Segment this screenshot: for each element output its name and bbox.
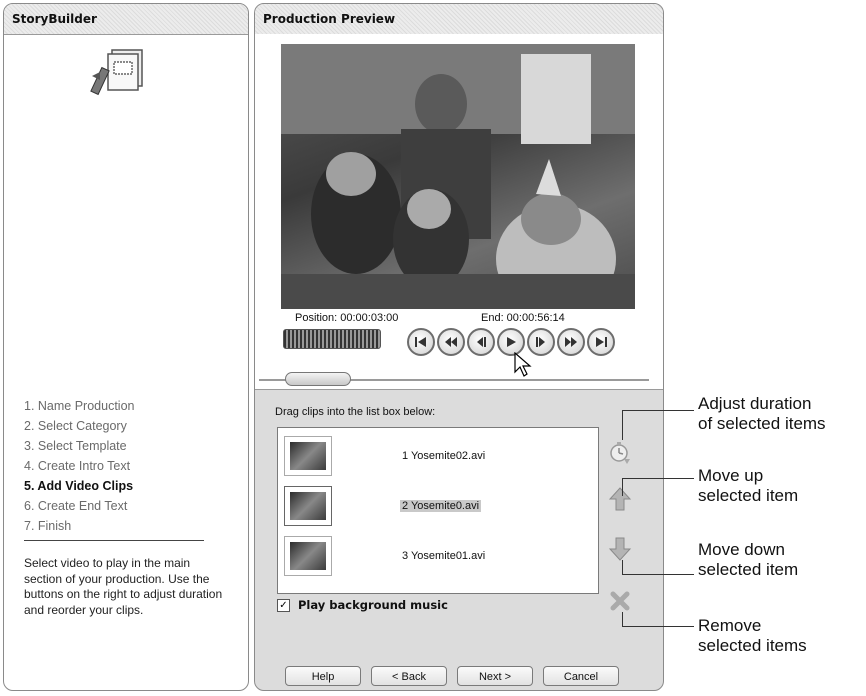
clip-list-item[interactable]: 2 Yosemite0.avi: [284, 486, 589, 531]
next-button[interactable]: Next >: [457, 666, 533, 686]
callout-remove: Remove selected items: [698, 616, 807, 656]
leader-adjust-v: [622, 410, 623, 440]
move-down-button[interactable]: [607, 534, 633, 564]
playback-controls: [407, 328, 615, 356]
callout-move-up: Move up selected item: [698, 466, 798, 506]
fast-forward-icon: [565, 337, 577, 347]
arrow-up-icon: [608, 487, 632, 511]
step-create-intro-text[interactable]: 4. Create Intro Text: [24, 456, 134, 476]
clip-name: 3 Yosemite01.avi: [402, 550, 486, 562]
leader-up-v: [622, 478, 623, 496]
storybuilder-title: StoryBuilder: [4, 4, 248, 35]
step-select-template[interactable]: 3. Select Template: [24, 436, 134, 456]
leader-up-h: [622, 478, 694, 479]
adjust-duration-button[interactable]: [607, 437, 633, 467]
background-music-option[interactable]: ✓ Play background music: [277, 598, 448, 612]
callout-move-down: Move down selected item: [698, 540, 798, 580]
step-create-end-text[interactable]: 6. Create End Text: [24, 496, 134, 516]
position-readout: Position: 00:00:03:00: [295, 312, 399, 324]
cancel-button[interactable]: Cancel: [543, 666, 619, 686]
volume-scrubber[interactable]: [283, 329, 381, 349]
help-button[interactable]: Help: [285, 666, 361, 686]
leader-down-v: [622, 560, 623, 574]
play-icon: [507, 337, 516, 347]
clip-list-item[interactable]: 3 Yosemite01.avi: [284, 536, 589, 581]
video-preview: [281, 44, 635, 309]
step-select-category[interactable]: 2. Select Category: [24, 416, 134, 436]
next-frame-icon: [536, 337, 545, 347]
timeline-slider-thumb[interactable]: [285, 372, 351, 386]
background-music-label: Play background music: [298, 598, 448, 612]
preview-area: Position: 00:00:03:00 End: 00:00:56:14: [255, 34, 663, 390]
callout-adjust-duration: Adjust duration of selected items: [698, 394, 826, 434]
remove-x-icon: [610, 591, 630, 611]
callout-remove-line-2: selected items: [698, 636, 807, 655]
callout-down-line-2: selected item: [698, 560, 799, 579]
callout-adjust-line-1: Adjust duration: [698, 394, 812, 413]
callout-up-line-2: selected item: [698, 486, 799, 505]
skip-start-icon: [415, 337, 426, 347]
back-button[interactable]: < Back: [371, 666, 447, 686]
callout-adjust-line-2: of selected items: [698, 414, 826, 433]
step-help-text: Select video to play in the main section…: [24, 556, 223, 617]
fast-forward-button[interactable]: [557, 328, 585, 356]
clip-list-box[interactable]: 1 Yosemite02.avi 2 Yosemite0.avi 3 Yosem…: [277, 427, 599, 594]
mouse-cursor-icon: [514, 352, 532, 377]
rewind-button[interactable]: [437, 328, 465, 356]
steps-divider: [24, 540, 204, 541]
remove-button[interactable]: [607, 586, 633, 616]
clip-name: 1 Yosemite02.avi: [402, 450, 486, 462]
step-add-video-clips[interactable]: 5. Add Video Clips: [24, 476, 134, 496]
leader-adjust-h: [622, 410, 694, 411]
skip-to-end-button[interactable]: [587, 328, 615, 356]
skip-to-start-button[interactable]: [407, 328, 435, 356]
callout-down-line-1: Move down: [698, 540, 785, 559]
move-up-button[interactable]: [607, 484, 633, 514]
arrow-down-icon: [608, 537, 632, 561]
step-name-production[interactable]: 1. Name Production: [24, 396, 134, 416]
previous-frame-icon: [477, 337, 486, 347]
stopwatch-icon: [610, 442, 630, 464]
leader-remove-h: [622, 626, 694, 627]
leader-remove-v: [622, 612, 623, 626]
skip-end-icon: [596, 337, 607, 347]
wizard-buttons: Help < Back Next > Cancel: [285, 666, 619, 686]
previous-frame-button[interactable]: [467, 328, 495, 356]
video-still: [281, 44, 635, 309]
clip-thumbnail: [284, 486, 332, 526]
callout-remove-line-1: Remove: [698, 616, 762, 635]
clip-thumbnail: [284, 436, 332, 476]
rewind-icon: [445, 337, 457, 347]
wizard-steps: 1. Name Production 2. Select Category 3.…: [24, 396, 134, 536]
leader-down-h: [622, 574, 694, 575]
production-preview-title: Production Preview: [255, 4, 663, 35]
end-readout: End: 00:00:56:14: [481, 312, 565, 324]
clip-thumbnail: [284, 536, 332, 576]
clip-name-selected: 2 Yosemite0.avi: [400, 500, 482, 512]
storybuilder-panel: StoryBuilder 1. Name Production 2. Selec…: [3, 3, 249, 691]
clip-list-item[interactable]: 1 Yosemite02.avi: [284, 436, 589, 481]
production-preview-panel: Production Preview Position: 00:00:03:00…: [254, 3, 664, 691]
callout-up-line-1: Move up: [698, 466, 764, 485]
step-finish[interactable]: 7. Finish: [24, 516, 134, 536]
clips-instruction: Drag clips into the list box below:: [275, 406, 436, 418]
storybook-icon: [90, 49, 143, 96]
background-music-checkbox[interactable]: ✓: [277, 598, 290, 612]
